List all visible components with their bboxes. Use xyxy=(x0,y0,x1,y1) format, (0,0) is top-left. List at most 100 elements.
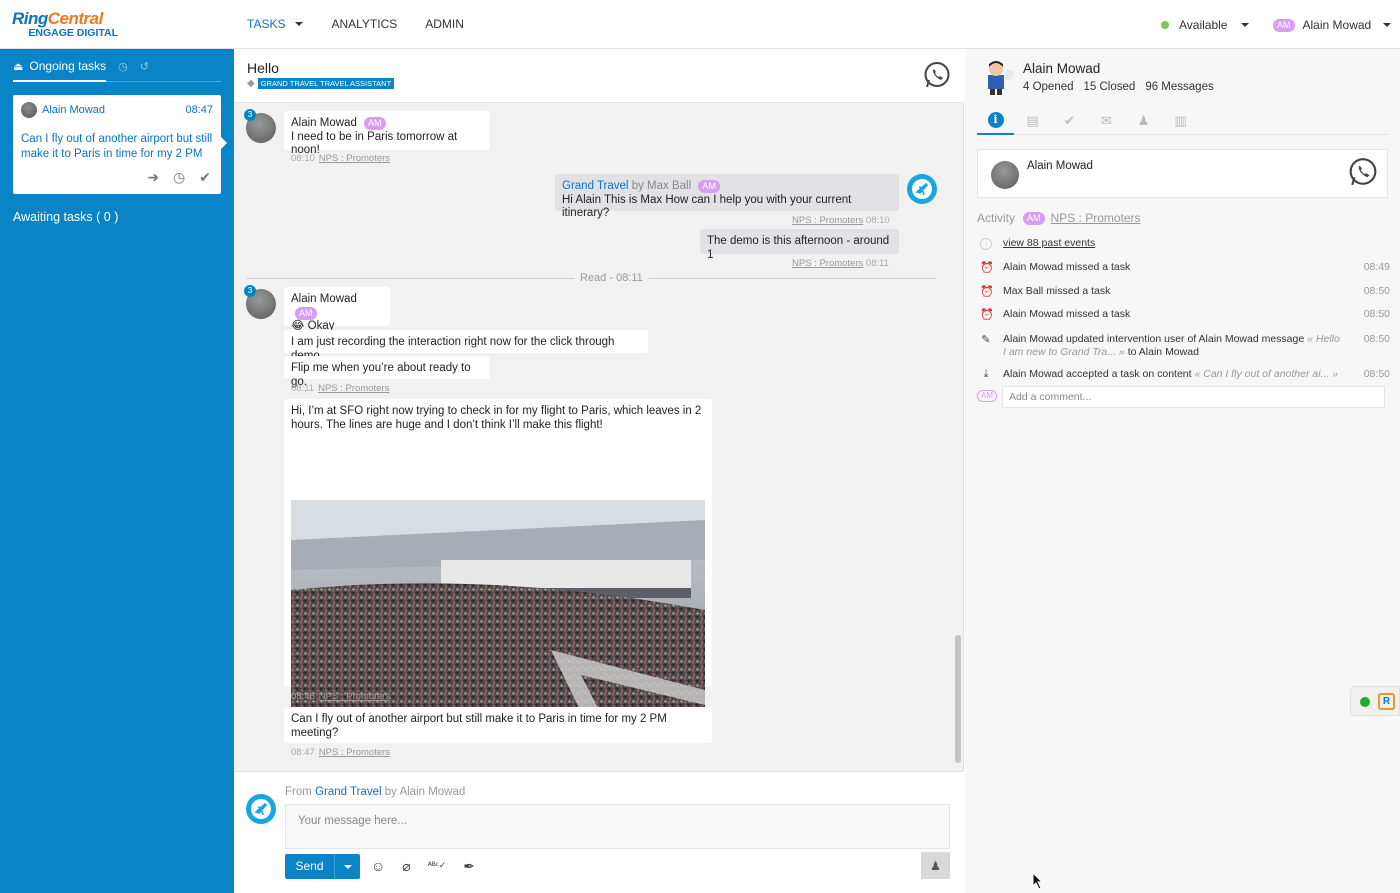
category-link[interactable]: NPS : Promoters xyxy=(792,215,863,226)
scrollbar-thumb[interactable] xyxy=(955,635,961,763)
tag-icon: ◆ xyxy=(247,78,255,89)
tab-tasks-done[interactable]: ✔ xyxy=(1051,106,1088,135)
unread-badge: 3 xyxy=(244,109,256,121)
customer-avatar xyxy=(988,61,1014,95)
category-link[interactable]: NPS : Promoters xyxy=(1051,211,1141,225)
send-options-dropdown[interactable] xyxy=(335,854,360,879)
comment-input[interactable]: Add a comment... xyxy=(1002,386,1385,408)
agent-profile-button[interactable]: ♟ xyxy=(921,852,950,879)
spellcheck-icon[interactable]: ᴬᴮᶜ✓ xyxy=(428,858,447,875)
clock-tab-icon[interactable]: ◷ xyxy=(118,60,128,79)
user-name: Alain Mowad xyxy=(1302,18,1372,32)
user-menu[interactable]: AM Alain Mowad xyxy=(1273,18,1392,32)
customer-tabs: i ▤ ✔ ✉ ♟ ▥ xyxy=(977,106,1388,135)
message-bubble[interactable]: I am just recording the interaction righ… xyxy=(284,330,648,362)
category-link[interactable]: NPS : Promoters xyxy=(792,258,863,269)
agent-message-bubble[interactable]: Grand Travel by Max Ball AM Hi Alain Thi… xyxy=(555,174,899,219)
message-input[interactable]: Your message here... xyxy=(285,804,950,849)
status-label: Available xyxy=(1179,18,1228,32)
tab-columns[interactable]: ▥ xyxy=(1162,106,1199,135)
task-customer-name: Alain Mowad xyxy=(42,104,105,116)
ringcentral-logo[interactable]: RingCentral ENGAGE DIGITAL xyxy=(12,10,124,40)
chevron-down-icon[interactable] xyxy=(295,22,304,26)
availability-status[interactable]: Available xyxy=(1161,18,1250,32)
status-dot-icon xyxy=(1161,21,1169,29)
customer-name: Alain Mowad xyxy=(1023,61,1101,76)
agent-icon: ♟ xyxy=(930,858,941,873)
tab-contacts[interactable]: ♟ xyxy=(1125,106,1162,135)
message-meta: 08:47 NPS : Promoters xyxy=(291,747,391,758)
attachment-icon[interactable]: ⌀ xyxy=(402,858,410,875)
message-meta: 08:46 NPS : Promoters xyxy=(291,691,391,702)
commenter-initials: AM xyxy=(977,390,997,402)
envelope-icon: ✉ xyxy=(1101,112,1112,128)
download-accept-icon: ⤓ xyxy=(983,368,989,380)
missed-task-alarm-icon: ⏰ xyxy=(980,309,994,321)
chevron-down-icon[interactable] xyxy=(1241,23,1250,27)
conversation-tag[interactable]: GRAND TRAVEL TRAVEL ASSISTANT xyxy=(257,78,395,89)
composer: From Grand Travel by Alain Mowad Your me… xyxy=(234,771,964,893)
tab-info[interactable]: i xyxy=(977,106,1014,135)
plane-icon xyxy=(251,799,271,819)
signature-quill-icon[interactable]: ✒ xyxy=(463,858,475,875)
inbox-icon: ⏏ xyxy=(13,60,24,73)
task-time: 08:47 xyxy=(185,104,213,116)
task-sidebar: ⏏ Ongoing tasks ◷ ↺ Alain Mowad 08:47 Ca… xyxy=(0,49,234,893)
transfer-arrow-icon[interactable]: ➜ xyxy=(147,169,159,186)
chat-widget[interactable]: R xyxy=(1350,686,1400,716)
postpone-clock-icon[interactable]: ◷ xyxy=(173,169,185,186)
online-dot-icon xyxy=(1360,697,1370,707)
nav-analytics[interactable]: ANALYTICS xyxy=(331,17,397,31)
identity-card: Alain Mowad xyxy=(977,149,1388,198)
chevron-down-icon[interactable] xyxy=(1383,23,1392,27)
customer-header: Alain Mowad 4 Opened 15 Closed 96 Messages xyxy=(965,49,1400,101)
avatar xyxy=(991,161,1019,189)
category-link[interactable]: NPS : Promoters xyxy=(319,691,390,702)
agent-message-bubble[interactable]: The demo is this afternoon - around 1 xyxy=(700,229,899,261)
main-nav: TASKS ANALYTICS ADMIN xyxy=(247,17,492,31)
category-link[interactable]: NPS : Promoters xyxy=(319,153,390,164)
view-past-events-link[interactable]: view 88 past events xyxy=(1003,237,1095,249)
pencil-icon: ✎ xyxy=(981,334,991,346)
message-bubble[interactable]: Alain Mowad AM I need to be in Paris tom… xyxy=(284,111,490,156)
from-line: From Grand Travel by Alain Mowad xyxy=(285,786,466,798)
id-card-icon: ▤ xyxy=(1026,112,1039,128)
history-tab-icon[interactable]: ↺ xyxy=(140,60,149,79)
tab-ongoing-tasks[interactable]: ⏏ Ongoing tasks xyxy=(13,58,107,82)
task-preview: Can I fly out of another airport but sti… xyxy=(21,133,213,160)
ringcentral-widget-icon[interactable]: R xyxy=(1378,693,1395,710)
complete-check-icon[interactable]: ✔ xyxy=(199,169,211,186)
scrollbar[interactable] xyxy=(955,103,961,771)
grand-travel-avatar xyxy=(246,794,276,824)
message-bubble[interactable]: Flip me when you’re about ready to go. xyxy=(284,356,490,388)
identity-name: Alain Mowad xyxy=(1027,160,1093,172)
tab-messages[interactable]: ✉ xyxy=(1088,106,1125,135)
awaiting-tasks[interactable]: Awaiting tasks ( 0 ) xyxy=(13,210,118,224)
task-card[interactable]: Alain Mowad 08:47 Can I fly out of anoth… xyxy=(13,95,227,194)
customer-stats: 4 Opened 15 Closed 96 Messages xyxy=(1023,81,1214,93)
message-bubble[interactable]: Can I fly out of another airport but sti… xyxy=(284,707,712,743)
plane-icon xyxy=(912,179,932,199)
person-icon: ♟ xyxy=(1137,112,1150,128)
top-bar: RingCentral ENGAGE DIGITAL TASKS ANALYTI… xyxy=(0,0,1400,49)
tab-identity-card[interactable]: ▤ xyxy=(1014,106,1051,135)
conversation-title: Hello xyxy=(247,60,279,76)
nav-admin[interactable]: ADMIN xyxy=(425,17,464,31)
nav-tasks[interactable]: TASKS xyxy=(247,17,304,31)
send-button[interactable]: Send xyxy=(285,854,360,879)
missed-task-alarm-icon: ⏰ xyxy=(980,262,994,274)
category-link[interactable]: NPS : Promoters xyxy=(319,747,390,758)
whatsapp-icon xyxy=(924,62,950,88)
info-icon: i xyxy=(987,111,1004,128)
history-icon: ↑ xyxy=(980,237,992,250)
check-circle-icon: ✔ xyxy=(1064,112,1075,128)
category-link[interactable]: NPS : Promoters xyxy=(318,383,389,394)
columns-icon: ▥ xyxy=(1174,112,1187,128)
message-meta: 08:11 NPS : Promoters xyxy=(291,383,390,394)
mouse-cursor-icon xyxy=(1032,872,1044,890)
emoji-icon[interactable]: ☺ xyxy=(371,858,385,875)
message-meta: 08:10 NPS : Promoters xyxy=(291,153,391,164)
message-bubble[interactable]: Alain Mowad AM 😂 Okay xyxy=(284,287,390,332)
source-selector[interactable]: Grand Travel xyxy=(315,786,381,798)
whatsapp-icon xyxy=(1349,158,1377,186)
